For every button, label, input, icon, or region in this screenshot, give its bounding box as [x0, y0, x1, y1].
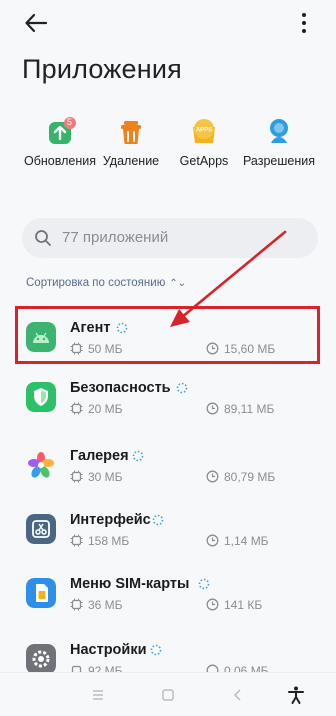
chip-icon [70, 470, 83, 483]
menu-icon[interactable] [88, 685, 108, 705]
clock-icon [206, 598, 219, 611]
clock-icon [206, 534, 219, 547]
data-value: 80,79 МБ [224, 470, 276, 484]
app-storage: 20 МБ [70, 402, 123, 416]
app-name: Настройки [70, 642, 147, 658]
app-name: Интерфейс [70, 512, 151, 528]
shield-icon [26, 382, 56, 412]
getapps-icon: APPS [188, 116, 220, 148]
chip-icon [70, 598, 83, 611]
updates-button[interactable]: 5 Обновления [20, 116, 100, 168]
back-icon[interactable] [228, 685, 248, 705]
loading-dots-icon [150, 644, 162, 656]
system-nav-bar [0, 672, 336, 716]
app-row-interface[interactable]: Интерфейс 158 МБ 1,14 МБ [0, 500, 336, 564]
arrow-left-icon[interactable] [22, 9, 50, 37]
trash-icon [115, 116, 147, 148]
app-data: 80,79 МБ [206, 470, 275, 484]
uninstall-button[interactable]: Удаление [91, 116, 171, 168]
storage-value: 158 МБ [88, 534, 130, 548]
app-data: 1,14 МБ [206, 534, 269, 548]
loading-dots-icon [176, 382, 188, 394]
clock-icon [206, 402, 219, 415]
app-name: Безопасность [70, 380, 171, 396]
storage-value: 36 МБ [88, 598, 123, 612]
loading-dots-icon [198, 578, 210, 590]
sim-icon [26, 578, 56, 608]
app-name: Меню SIM-карты [70, 576, 190, 592]
app-row-gallery[interactable]: Галерея 30 МБ 80,79 МБ [0, 436, 336, 500]
top-bar [0, 0, 336, 46]
updates-icon: 5 [44, 116, 76, 148]
home-icon[interactable] [158, 685, 178, 705]
sort-label: Сортировка по состоянию [26, 277, 166, 289]
permissions-icon [263, 116, 295, 148]
clock-icon [206, 470, 219, 483]
loading-dots-icon [152, 514, 164, 526]
storage-value: 30 МБ [88, 470, 123, 484]
data-value: 1,14 МБ [224, 534, 269, 548]
app-data: 141 КБ [206, 598, 262, 612]
highlight-box [15, 306, 320, 364]
data-value: 141 КБ [224, 598, 263, 612]
chip-icon [70, 534, 83, 547]
storage-value: 20 МБ [88, 402, 123, 416]
more-vertical-icon[interactable] [300, 12, 308, 34]
svg-text:APPS: APPS [196, 128, 212, 134]
page-title: Приложения [22, 54, 182, 84]
permissions-button[interactable]: Разрешения [239, 116, 319, 168]
quick-actions: 5 Обновления Удаление APPS GetApps Разре… [0, 116, 336, 176]
settings-icon [26, 644, 56, 674]
uninstall-label: Удаление [102, 154, 160, 168]
app-data: 89,11 МБ [206, 402, 274, 416]
getapps-label: GetApps [179, 154, 229, 168]
app-row-security[interactable]: Безопасность 20 МБ 89,11 МБ [0, 368, 336, 432]
app-storage: 36 МБ [70, 598, 123, 612]
getapps-button[interactable]: APPS GetApps [164, 116, 244, 168]
app-storage: 30 МБ [70, 470, 123, 484]
search-icon [35, 230, 51, 246]
app-row-sim-menu[interactable]: Меню SIM-карты 36 МБ 141 КБ [0, 564, 336, 628]
search-input[interactable]: 77 приложений [22, 218, 318, 258]
app-name: Галерея [70, 448, 129, 464]
updates-badge: 5 [67, 117, 73, 127]
search-placeholder: 77 приложений [62, 229, 169, 246]
permissions-label: Разрешения [242, 154, 315, 168]
updates-label: Обновления [24, 154, 96, 168]
app-storage: 158 МБ [70, 534, 129, 548]
sort-chevron-icon: ⌃⌄ [169, 278, 187, 289]
accessibility-icon[interactable] [286, 685, 306, 705]
chip-icon [70, 402, 83, 415]
sort-selector[interactable]: Сортировка по состоянию ⌃⌄ [26, 277, 186, 289]
data-value: 89,11 МБ [224, 402, 275, 416]
flower-icon [28, 452, 54, 478]
loading-dots-icon [132, 450, 144, 462]
interface-icon [26, 514, 56, 544]
